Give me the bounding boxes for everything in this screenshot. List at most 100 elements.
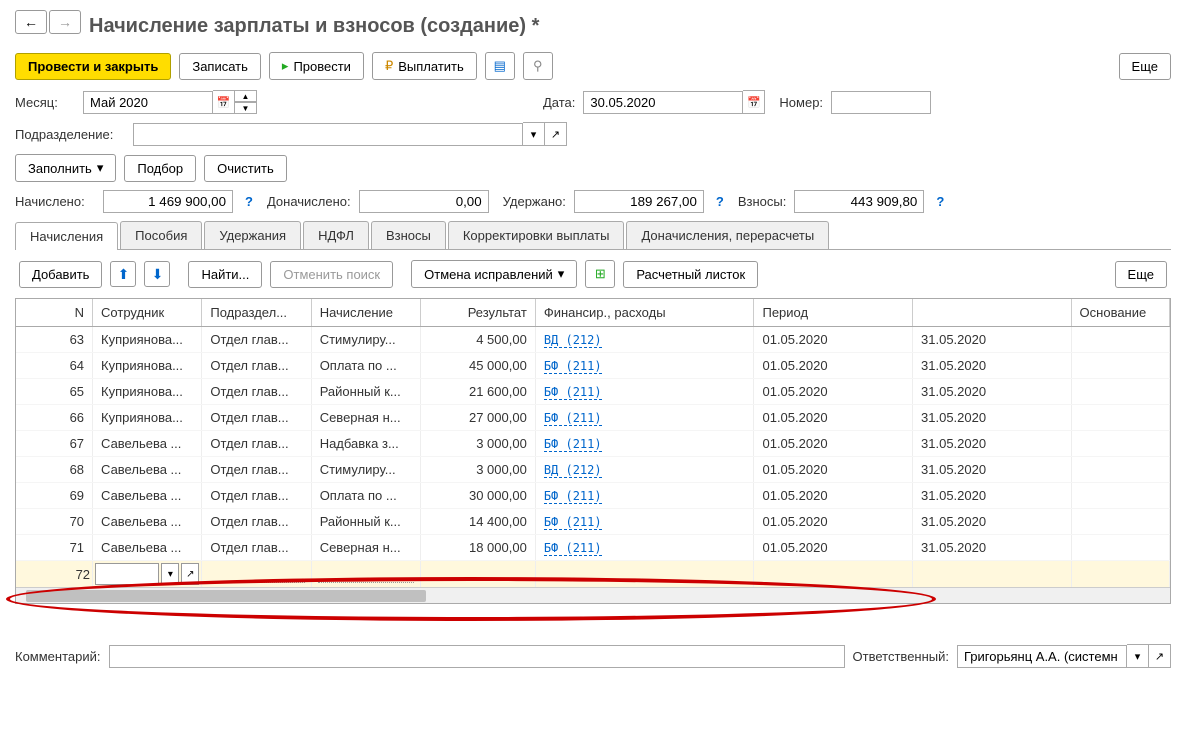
pay-button[interactable]: ₽ Выплатить <box>372 52 477 80</box>
accrued-help[interactable]: ? <box>245 194 253 209</box>
cell-n: 65 <box>16 379 93 405</box>
cell-result: 27 000,00 <box>421 405 536 431</box>
post-button[interactable]: ▸ Провести <box>269 52 364 80</box>
table-row[interactable]: 66Куприянова...Отдел глав...Северная н..… <box>16 405 1170 431</box>
date-input[interactable] <box>583 91 743 114</box>
number-input[interactable] <box>831 91 931 114</box>
dept-open-button[interactable]: ↗ <box>545 122 567 146</box>
month-down-button[interactable]: ▼ <box>235 102 257 114</box>
edit-period-start-cell[interactable] <box>754 561 913 588</box>
move-down-button[interactable]: ⬇ <box>144 261 170 287</box>
cell-accrual: Оплата по ... <box>311 483 420 509</box>
col-n[interactable]: N <box>16 299 93 327</box>
date-calendar-button[interactable]: 📅 <box>743 90 765 114</box>
month-input[interactable] <box>83 91 213 114</box>
month-up-button[interactable]: ▲ <box>235 90 257 102</box>
add-row-button[interactable]: Добавить <box>19 261 102 288</box>
cell-accrual: Стимулиру... <box>311 457 420 483</box>
cell-financing[interactable]: ВД (212) <box>535 457 754 483</box>
col-financing[interactable]: Финансир., расходы <box>535 299 754 327</box>
edit-period-end-cell[interactable] <box>913 561 1072 588</box>
responsible-open[interactable]: ↗ <box>1149 644 1171 668</box>
edit-result-cell[interactable] <box>421 561 536 588</box>
cell-department: Отдел глав... <box>202 483 311 509</box>
cell-period-start: 01.05.2020 <box>754 509 913 535</box>
table-row[interactable]: 70Савельева ...Отдел глав...Районный к..… <box>16 509 1170 535</box>
cancel-search-button[interactable]: Отменить поиск <box>270 261 393 288</box>
responsible-input[interactable] <box>957 645 1127 668</box>
tab-accruals[interactable]: Начисления <box>15 222 118 250</box>
cell-financing[interactable]: БФ (211) <box>535 483 754 509</box>
tab-benefits[interactable]: Пособия <box>120 221 202 249</box>
table-row[interactable]: 68Савельева ...Отдел глав...Стимулиру...… <box>16 457 1170 483</box>
edit-employee-cell[interactable]: ▾↗ <box>93 561 202 588</box>
tab-deductions[interactable]: Удержания <box>204 221 301 249</box>
nav-forward-button[interactable]: → <box>49 10 81 34</box>
tab-ndfl[interactable]: НДФЛ <box>303 221 369 249</box>
tab-contributions[interactable]: Взносы <box>371 221 446 249</box>
table-more-button[interactable]: Еще <box>1115 261 1167 288</box>
pick-button[interactable]: Подбор <box>124 155 196 182</box>
table-edit-row[interactable]: 72▾↗ <box>16 561 1170 588</box>
contrib-help[interactable]: ? <box>936 194 944 209</box>
save-button[interactable]: Записать <box>179 53 261 80</box>
payslip-button[interactable]: Расчетный листок <box>623 261 758 288</box>
cell-accrual: Районный к... <box>311 509 420 535</box>
cancel-fix-button[interactable]: Отмена исправлений ▾ <box>411 260 577 288</box>
calendar-button[interactable]: 📅 <box>213 90 235 114</box>
show-details-button[interactable]: ⊞ <box>585 260 615 288</box>
table-row[interactable]: 67Савельева ...Отдел глав...Надбавка з..… <box>16 431 1170 457</box>
employee-open[interactable]: ↗ <box>181 563 199 585</box>
employee-dropdown[interactable]: ▾ <box>161 563 179 585</box>
responsible-dropdown[interactable]: ▾ <box>1127 644 1149 668</box>
department-input[interactable] <box>133 123 523 146</box>
cell-financing[interactable]: БФ (211) <box>535 431 754 457</box>
employee-edit-input[interactable] <box>95 563 159 585</box>
dept-dropdown-button[interactable]: ▾ <box>523 122 545 146</box>
cell-financing[interactable]: БФ (211) <box>535 379 754 405</box>
edit-department-cell[interactable] <box>202 561 311 588</box>
col-result[interactable]: Результат <box>421 299 536 327</box>
nav-back-button[interactable]: ← <box>15 10 47 34</box>
col-employee[interactable]: Сотрудник <box>93 299 202 327</box>
post-icon: ▸ <box>282 58 289 74</box>
cell-employee: Савельева ... <box>93 509 202 535</box>
scrollbar-thumb[interactable] <box>26 590 426 602</box>
table-row[interactable]: 63Куприянова...Отдел глав...Стимулиру...… <box>16 327 1170 353</box>
col-accrual[interactable]: Начисление <box>311 299 420 327</box>
edit-financing-cell[interactable] <box>535 561 754 588</box>
find-button[interactable]: Найти... <box>188 261 262 288</box>
attachment-button[interactable]: ⚲ <box>523 52 553 80</box>
horizontal-scrollbar[interactable] <box>16 587 1170 603</box>
cell-financing[interactable]: БФ (211) <box>535 405 754 431</box>
col-period-end[interactable] <box>913 299 1072 327</box>
chevron-down-icon: ▾ <box>558 266 565 282</box>
cell-financing[interactable]: БФ (211) <box>535 353 754 379</box>
cell-employee: Савельева ... <box>93 457 202 483</box>
table-row[interactable]: 69Савельева ...Отдел глав...Оплата по ..… <box>16 483 1170 509</box>
cell-n: 70 <box>16 509 93 535</box>
cell-basis <box>1071 457 1169 483</box>
edit-accrual-cell[interactable] <box>311 561 420 588</box>
tab-corrections[interactable]: Корректировки выплаты <box>448 221 625 249</box>
tab-recalc[interactable]: Доначисления, перерасчеты <box>626 221 829 249</box>
edit-basis-cell[interactable] <box>1071 561 1169 588</box>
cell-financing[interactable]: БФ (211) <box>535 535 754 561</box>
cell-financing[interactable]: БФ (211) <box>535 509 754 535</box>
fill-button[interactable]: Заполнить ▾ <box>15 154 116 182</box>
col-department[interactable]: Подраздел... <box>202 299 311 327</box>
more-button[interactable]: Еще <box>1119 53 1171 80</box>
cell-financing[interactable]: ВД (212) <box>535 327 754 353</box>
post-and-close-button[interactable]: Провести и закрыть <box>15 53 171 80</box>
withheld-help[interactable]: ? <box>716 194 724 209</box>
report-button[interactable]: ▤ <box>485 52 515 80</box>
move-up-button[interactable]: ⬆ <box>110 261 136 287</box>
cell-period-end: 31.05.2020 <box>913 379 1072 405</box>
table-row[interactable]: 64Куприянова...Отдел глав...Оплата по ..… <box>16 353 1170 379</box>
col-period[interactable]: Период <box>754 299 913 327</box>
comment-input[interactable] <box>109 645 845 668</box>
table-row[interactable]: 65Куприянова...Отдел глав...Районный к..… <box>16 379 1170 405</box>
clear-button[interactable]: Очистить <box>204 155 287 182</box>
table-row[interactable]: 71Савельева ...Отдел глав...Северная н..… <box>16 535 1170 561</box>
col-basis[interactable]: Основание <box>1071 299 1169 327</box>
